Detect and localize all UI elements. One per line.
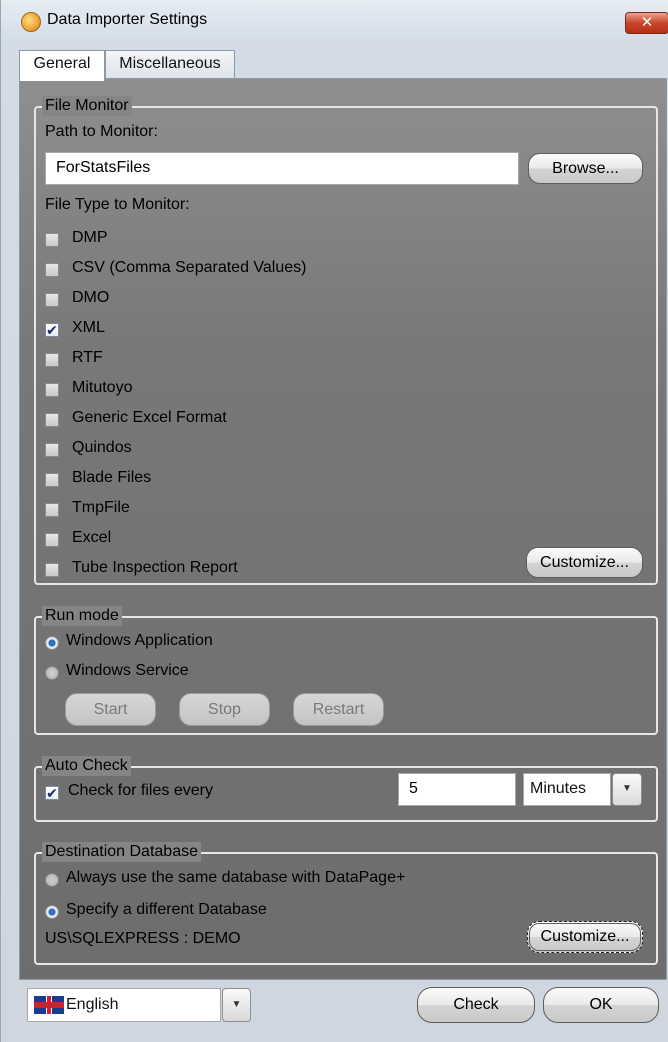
file-monitor-group: File Monitor Path to Monitor: ForStatsFi… xyxy=(34,96,658,585)
file-type-label: RTF xyxy=(72,349,103,366)
auto-check-checkbox[interactable]: ✔ xyxy=(45,786,59,800)
uk-flag-icon xyxy=(34,995,64,1014)
start-button[interactable]: Start xyxy=(65,693,156,726)
ok-button[interactable]: OK xyxy=(543,987,659,1023)
tab-miscellaneous[interactable]: Miscellaneous xyxy=(105,50,235,78)
file-type-checkbox[interactable] xyxy=(45,353,59,367)
path-to-monitor-label: Path to Monitor: xyxy=(45,123,158,140)
close-button[interactable]: ✕ xyxy=(625,12,668,34)
language-value: English xyxy=(66,996,119,1013)
database-connection-text: US\SQLEXPRESS : DEMO xyxy=(45,930,241,947)
file-type-label: XML xyxy=(72,319,105,336)
file-type-label: DMP xyxy=(72,229,108,246)
run-mode-legend: Run mode xyxy=(42,606,122,626)
file-type-checkbox[interactable] xyxy=(45,233,59,247)
browse-button[interactable]: Browse... xyxy=(528,153,643,184)
file-type-checkbox[interactable] xyxy=(45,473,59,487)
file-type-checkbox[interactable] xyxy=(45,533,59,547)
check-button[interactable]: Check xyxy=(417,987,535,1023)
destination-database-group: Destination Database Always use the same… xyxy=(34,842,658,965)
file-type-label: Tube Inspection Report xyxy=(72,559,238,576)
window-title: Data Importer Settings xyxy=(47,11,208,28)
destination-database-legend: Destination Database xyxy=(42,842,201,862)
file-type-checkbox[interactable] xyxy=(45,293,59,307)
file-types-customize-button[interactable]: Customize... xyxy=(526,547,643,578)
restart-button[interactable]: Restart xyxy=(293,693,384,726)
interval-unit-dropdown-icon[interactable]: ▼ xyxy=(612,773,642,806)
file-type-label: File Type to Monitor: xyxy=(45,196,190,213)
file-type-label: Mitutoyo xyxy=(72,379,133,396)
auto-check-legend: Auto Check xyxy=(42,756,131,776)
language-select[interactable]: English xyxy=(27,988,221,1022)
interval-unit-select[interactable]: Minutes xyxy=(523,773,611,806)
language-dropdown-icon[interactable]: ▼ xyxy=(222,988,251,1022)
stop-button[interactable]: Stop xyxy=(179,693,270,726)
file-type-checkbox[interactable] xyxy=(45,413,59,427)
file-type-label: Blade Files xyxy=(72,469,152,486)
different-database-label: Specify a different Database xyxy=(66,901,267,918)
tab-general[interactable]: General xyxy=(19,50,105,81)
auto-check-label: Check for files every xyxy=(68,782,213,799)
run-mode-group: Run mode Windows Application Windows Ser… xyxy=(34,606,658,735)
file-type-label: Generic Excel Format xyxy=(72,409,227,426)
file-type-checkbox[interactable]: ✔ xyxy=(45,323,59,337)
file-monitor-legend: File Monitor xyxy=(42,96,132,116)
windows-service-radio[interactable] xyxy=(45,666,59,680)
title-bar: Data Importer Settings ✕ xyxy=(1,0,668,42)
auto-check-group: Auto Check ✔ Check for files every 5 Min… xyxy=(34,756,658,822)
windows-service-label: Windows Service xyxy=(66,662,189,679)
path-to-monitor-input[interactable]: ForStatsFiles xyxy=(45,152,519,185)
file-type-checkbox[interactable] xyxy=(45,383,59,397)
app-icon xyxy=(21,12,41,32)
general-tab-panel: File Monitor Path to Monitor: ForStatsFi… xyxy=(19,78,667,980)
file-type-label: CSV (Comma Separated Values) xyxy=(72,259,307,276)
file-type-label: Excel xyxy=(72,529,112,546)
file-type-checkbox[interactable] xyxy=(45,263,59,277)
check-interval-input[interactable]: 5 xyxy=(398,773,516,806)
windows-application-label: Windows Application xyxy=(66,632,213,649)
file-type-label: Quindos xyxy=(72,439,132,456)
settings-window: Data Importer Settings ✕ General Miscell… xyxy=(0,0,668,1042)
file-type-label: DMO xyxy=(72,289,110,306)
database-customize-button[interactable]: Customize... xyxy=(527,921,643,953)
windows-application-radio[interactable] xyxy=(45,636,59,650)
different-database-radio[interactable] xyxy=(45,905,59,919)
file-type-label: TmpFile xyxy=(72,499,130,516)
file-type-checkbox[interactable] xyxy=(45,443,59,457)
file-type-checkbox[interactable] xyxy=(45,503,59,517)
same-database-label: Always use the same database with DataPa… xyxy=(66,869,406,886)
file-type-checkbox[interactable] xyxy=(45,563,59,577)
same-database-radio[interactable] xyxy=(45,873,59,887)
